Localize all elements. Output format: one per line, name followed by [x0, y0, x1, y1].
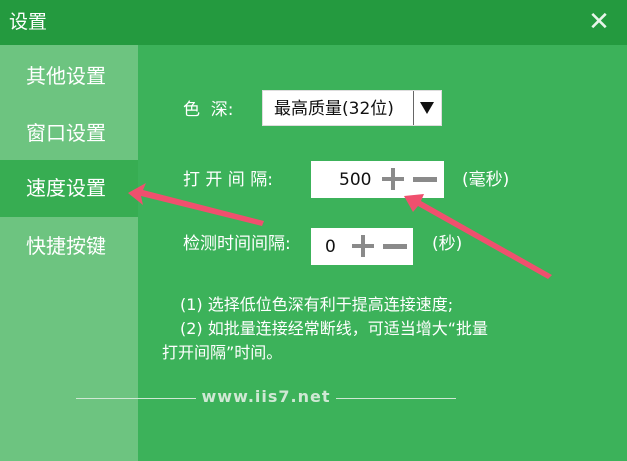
close-icon[interactable]: ✕ [585, 7, 613, 37]
note-line-1: (1) 选择低位色深有利于提高连接速度; [180, 295, 454, 314]
watermark-line-left [76, 398, 196, 399]
plus-icon[interactable] [349, 232, 377, 260]
sidebar-item-label: 其他设置 [26, 64, 106, 88]
sidebar-item-shortcut-keys[interactable]: 快捷按键 [0, 218, 138, 275]
sidebar-item-label: 窗口设置 [26, 121, 106, 145]
note-line-2: (2) 如批量连接经常断线，可适当增大“批量 [180, 319, 489, 338]
open-interval-stepper[interactable]: 500 [311, 161, 444, 198]
sidebar-item-label: 速度设置 [26, 176, 106, 200]
sidebar-item-other-settings[interactable]: 其他设置 [0, 48, 138, 105]
color-depth-select[interactable]: 最高质量(32位) [262, 90, 442, 126]
title-bar: 设置 ✕ [0, 0, 627, 45]
sidebar-item-label: 快捷按键 [26, 234, 106, 258]
sidebar-item-speed-settings[interactable]: 速度设置 [0, 160, 138, 217]
note-line-3: 打开间隔”时间。 [162, 343, 283, 362]
watermark: www.iis7.net [76, 387, 456, 411]
dropdown-arrow-icon [420, 102, 434, 114]
color-depth-value: 最高质量(32位) [274, 99, 394, 119]
open-interval-unit: (毫秒) [462, 170, 510, 190]
open-interval-value[interactable]: 500 [339, 168, 371, 192]
watermark-line-right [336, 398, 456, 399]
color-depth-label: 色 深: [183, 100, 234, 120]
open-interval-label: 打 开 间 隔: [183, 170, 273, 190]
plus-icon[interactable] [379, 165, 407, 193]
detect-interval-value[interactable]: 0 [325, 235, 336, 259]
detect-interval-label: 检测时间间隔: [183, 234, 291, 254]
sidebar-item-window-settings[interactable]: 窗口设置 [0, 105, 138, 162]
watermark-text: www.iis7.net [201, 387, 331, 406]
detect-interval-unit: (秒) [432, 234, 463, 254]
window-title: 设置 [9, 11, 48, 33]
dropdown-button[interactable] [413, 91, 441, 125]
minus-icon[interactable] [411, 165, 439, 193]
minus-icon[interactable] [381, 232, 409, 260]
detect-interval-stepper[interactable]: 0 [311, 228, 413, 265]
